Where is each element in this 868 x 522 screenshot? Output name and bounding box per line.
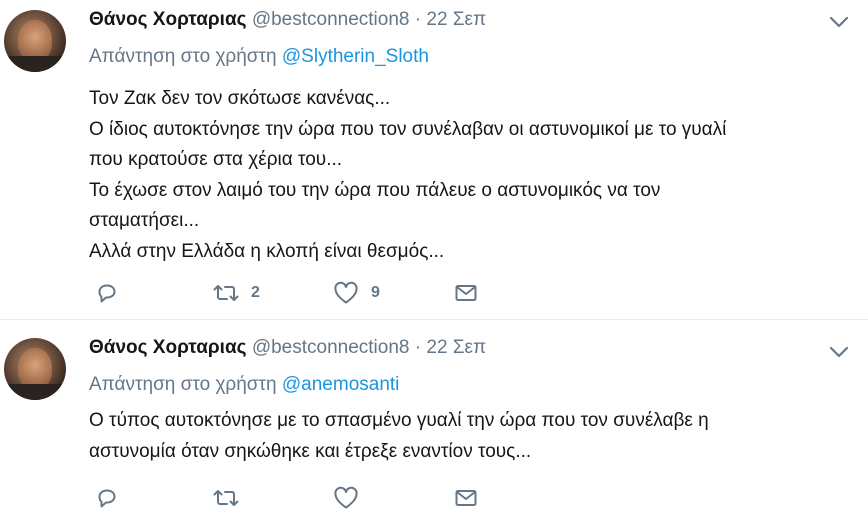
like-button[interactable]	[333, 485, 359, 511]
chevron-down-icon[interactable]	[828, 344, 850, 360]
like-icon	[334, 281, 358, 304]
tweet-text-line: σταματήσει...	[89, 210, 200, 231]
separator-dot: ·	[414, 9, 422, 30]
direct-message-button[interactable]	[454, 485, 478, 511]
tweet-text-line: Ο ίδιος αυτοκτόνησε την ώρα που τον συνέ…	[89, 118, 727, 140]
reply-button[interactable]	[95, 485, 119, 511]
author-name[interactable]: Θάνος Χορταριας	[89, 9, 247, 30]
retweet-icon	[213, 490, 239, 506]
like-button[interactable]: 9	[333, 280, 380, 306]
tweet-text-line: αστυνομία όταν σηκώθηκε και έτρεξε εναντ…	[89, 440, 532, 462]
retweet-button[interactable]	[213, 485, 239, 511]
separator-dot: ·	[414, 337, 422, 358]
author-name[interactable]: Θάνος Χορταριας	[89, 337, 247, 358]
tweet[interactable]: Θάνος Χορταριας @bestconnection8 · 22 Σε…	[0, 0, 868, 320]
reply-mention-link[interactable]: @Slytherin_Sloth	[282, 46, 429, 67]
tweet-text-line: που κρατούσε στα χέρια του...	[89, 149, 343, 170]
reply-context: Απάντηση στο χρήστη @Slytherin_Sloth	[89, 46, 429, 68]
reply-icon	[98, 284, 116, 303]
tweet-text-line: Αλλά στην Ελλάδα η κλοπή είναι θεσμός...	[89, 240, 445, 262]
direct-message-button[interactable]	[454, 280, 478, 306]
reply-context: Απάντηση στο χρήστη @anemosanti	[89, 374, 399, 396]
reply-button[interactable]	[95, 280, 119, 306]
tweet-actions: 2 9	[95, 280, 515, 306]
tweet[interactable]: Θάνος Χορταριας @bestconnection8 · 22 Σε…	[0, 320, 868, 522]
chevron-down-icon[interactable]	[828, 14, 850, 30]
tweet-date[interactable]: 22 Σεπ	[426, 337, 486, 358]
avatar[interactable]	[4, 10, 66, 72]
direct-message-icon	[455, 285, 477, 301]
author-handle[interactable]: @bestconnection8	[252, 337, 410, 358]
tweet-header: Θάνος Χορταριας @bestconnection8 · 22 Σε…	[89, 8, 486, 32]
tweet-header: Θάνος Χορταριας @bestconnection8 · 22 Σε…	[89, 336, 486, 360]
reply-icon	[98, 489, 116, 508]
avatar-shirt	[4, 56, 66, 72]
tweet-text-line: Το έχωσε στον λαιμό του την ώρα που πάλε…	[89, 179, 661, 201]
like-icon	[334, 486, 358, 509]
tweet-actions	[95, 485, 515, 511]
like-count: 9	[371, 284, 380, 301]
reply-prefix: Απάντηση στο χρήστη	[89, 374, 277, 395]
tweet-text: Τον Ζακ δεν τον σκότωσε κανένας... Ο ίδι…	[89, 84, 849, 267]
author-handle[interactable]: @bestconnection8	[252, 9, 410, 30]
tweet-date[interactable]: 22 Σεπ	[426, 9, 486, 30]
tweet-text: Ο τύπος αυτοκτόνησε με το σπασμένο γυαλί…	[89, 406, 849, 467]
avatar-shirt	[4, 384, 66, 400]
avatar[interactable]	[4, 338, 66, 400]
retweet-button[interactable]: 2	[213, 280, 260, 306]
retweet-icon	[213, 285, 239, 301]
direct-message-icon	[455, 490, 477, 506]
retweet-count: 2	[251, 284, 260, 301]
tweet-text-line: Τον Ζακ δεν τον σκότωσε κανένας...	[89, 88, 391, 109]
tweet-text-line: Ο τύπος αυτοκτόνησε με το σπασμένο γυαλί…	[89, 410, 709, 431]
reply-mention-link[interactable]: @anemosanti	[282, 374, 400, 395]
reply-prefix: Απάντηση στο χρήστη	[89, 46, 277, 67]
